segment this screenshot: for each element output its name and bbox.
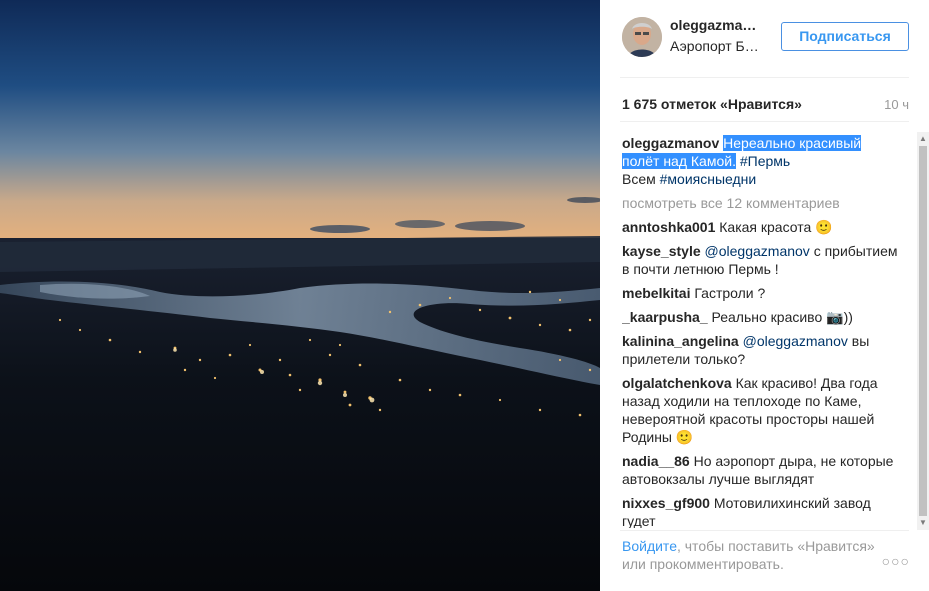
mention-link[interactable]: @oleggazmanov	[743, 333, 848, 349]
view-all-comments-link[interactable]: посмотреть все 12 комментариев	[622, 194, 902, 212]
avatar-image	[622, 17, 662, 57]
ellipsis-icon[interactable]: ○○○	[882, 553, 910, 569]
hashtag-link[interactable]: #Пермь	[740, 153, 790, 169]
comment-item: olgalatchenkova Как красиво! Два года на…	[622, 374, 902, 446]
caption-text-2: Всем	[622, 171, 656, 187]
comment-author[interactable]: nadia__86	[622, 453, 690, 469]
header-divider	[620, 77, 909, 78]
likes-count[interactable]: 1 675 отметок «Нравится»	[622, 96, 802, 112]
mention-link[interactable]: @oleggazmanov	[705, 243, 810, 259]
comment-author[interactable]: olgalatchenkova	[622, 375, 732, 391]
comment-item: kalinina_angelina @oleggazmanov вы приле…	[622, 332, 902, 368]
hashtag-link[interactable]: #моиясныедни	[660, 171, 757, 187]
comments-scrollbar[interactable]: ▲ ▼	[917, 132, 929, 530]
login-prompt: Войдите, чтобы поставить «Нравится» или …	[622, 537, 882, 573]
caption-author[interactable]: oleggazmanov	[622, 135, 719, 151]
footer-divider	[620, 530, 909, 531]
comment-author[interactable]: anntoshka001	[622, 219, 715, 235]
comments-list: oleggazmanov Нереально красивый полёт на…	[622, 134, 902, 528]
likes-divider	[620, 121, 909, 122]
comment-author[interactable]: kalinina_angelina	[622, 333, 739, 349]
login-link[interactable]: Войдите	[622, 538, 677, 554]
caption: oleggazmanov Нереально красивый полёт на…	[622, 134, 902, 188]
comment-item: nixxes_gf900 Мотовилихинский завод гудет	[622, 494, 902, 528]
comment-author[interactable]: nixxes_gf900	[622, 495, 710, 511]
aerial-sunset-image	[0, 0, 600, 591]
comment-author[interactable]: kayse_style	[622, 243, 701, 259]
post-time[interactable]: 10 ч	[884, 97, 909, 112]
comment-text: Гастроли ?	[694, 285, 766, 301]
follow-button[interactable]: Подписаться	[781, 22, 909, 51]
post-location[interactable]: Аэропорт Б…	[670, 38, 760, 54]
avatar[interactable]	[622, 17, 662, 57]
scrollbar-thumb[interactable]	[919, 146, 927, 516]
comment-author[interactable]: _kaarpusha_	[622, 309, 708, 325]
post-photo	[0, 0, 600, 591]
post-header: oleggazma… Аэропорт Б… Подписаться	[600, 0, 929, 77]
scroll-down-icon[interactable]: ▼	[919, 518, 927, 528]
comment-text: Какая красота 🙂	[719, 219, 833, 235]
post-author-username[interactable]: oleggazma…	[670, 17, 760, 33]
comment-item: nadia__86 Но аэропорт дыра, не которые а…	[622, 452, 902, 488]
post-sidebar: oleggazma… Аэропорт Б… Подписаться 1 675…	[600, 0, 929, 591]
comment-text: Реально красиво 📷))	[711, 309, 853, 325]
comment-item: kayse_style @oleggazmanov с прибытием в …	[622, 242, 902, 278]
comment-item: mebelkitai Гастроли ?	[622, 284, 902, 302]
comment-item: anntoshka001 Какая красота 🙂	[622, 218, 902, 236]
comment-item: _kaarpusha_ Реально красиво 📷))	[622, 308, 902, 326]
comment-author[interactable]: mebelkitai	[622, 285, 690, 301]
scroll-up-icon[interactable]: ▲	[919, 134, 927, 144]
